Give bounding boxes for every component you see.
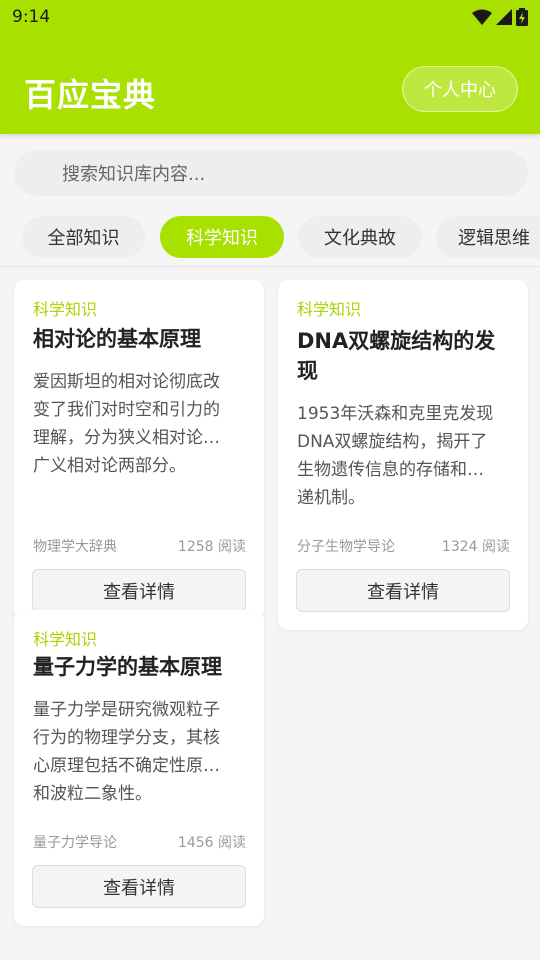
card-source: 分子生物学导论 (297, 539, 395, 555)
search-input[interactable]: 搜索知识库内容... (14, 150, 528, 196)
app-header: 百应宝典 个人中心 (0, 34, 540, 134)
card-title: 相对论的基本原理 (33, 327, 201, 351)
view-details-button[interactable]: 查看详情 (32, 569, 246, 612)
card-description: 量子力学是研究微观粒子 行为的物理学分支，其核 心原理包括不确定性原… 和波粒二… (33, 700, 220, 804)
knowledge-card[interactable]: 科学知识 量子力学的基本原理 量子力学是研究微观粒子 行为的物理学分支，其核 心… (14, 610, 264, 926)
status-icons (472, 8, 528, 26)
card-category: 科学知识 (33, 300, 98, 319)
card-read-count: 1258 阅读 (177, 539, 246, 555)
card-source: 量子力学导论 (33, 835, 117, 851)
knowledge-card[interactable]: 科学知识 相对论的基本原理 爱因斯坦的相对论彻底改 变了我们对时空和引力的 理解… (14, 280, 264, 620)
card-category: 科学知识 (297, 300, 362, 319)
card-description: 1953年沃森和克里克发现 DNA双螺旋结构，揭开了 生物遗传信息的存储和… 递… (297, 404, 494, 508)
category-tabs: 全部知识 科学知识 文化典故 逻辑思维 (0, 216, 540, 262)
card-read-count: 1456 阅读 (177, 835, 246, 851)
tab-culture[interactable]: 文化典故 (298, 216, 422, 258)
knowledge-card[interactable]: 科学知识 DNA双螺旋结构的发 现 1953年沃森和克里克发现 DNA双螺旋结构… (278, 280, 528, 630)
battery-icon (516, 8, 528, 26)
tab-science[interactable]: 科学知识 (160, 216, 284, 258)
profile-button[interactable]: 个人中心 (402, 66, 518, 112)
tab-all[interactable]: 全部知识 (22, 216, 145, 258)
card-description: 爱因斯坦的相对论彻底改 变了我们对时空和引力的 理解，分为狭义相对论… 广义相对… (33, 372, 220, 476)
status-bar: 9:14 (0, 0, 540, 34)
card-category: 科学知识 (33, 630, 98, 649)
status-time: 9:14 (12, 7, 51, 27)
tabs-divider (0, 266, 540, 267)
signal-icon (496, 9, 512, 25)
card-read-count: 1324 阅读 (441, 539, 510, 555)
card-title: DNA双螺旋结构的发 现 (297, 329, 496, 383)
card-source: 物理学大辞典 (33, 539, 117, 555)
view-details-button[interactable]: 查看详情 (32, 865, 246, 908)
search-placeholder: 搜索知识库内容... (62, 164, 206, 185)
card-title: 量子力学的基本原理 (33, 655, 222, 679)
wifi-icon (472, 9, 492, 25)
app-title: 百应宝典 (24, 76, 157, 114)
tab-logic[interactable]: 逻辑思维 (436, 216, 540, 258)
view-details-button[interactable]: 查看详情 (296, 569, 510, 612)
search-icon (35, 164, 53, 182)
